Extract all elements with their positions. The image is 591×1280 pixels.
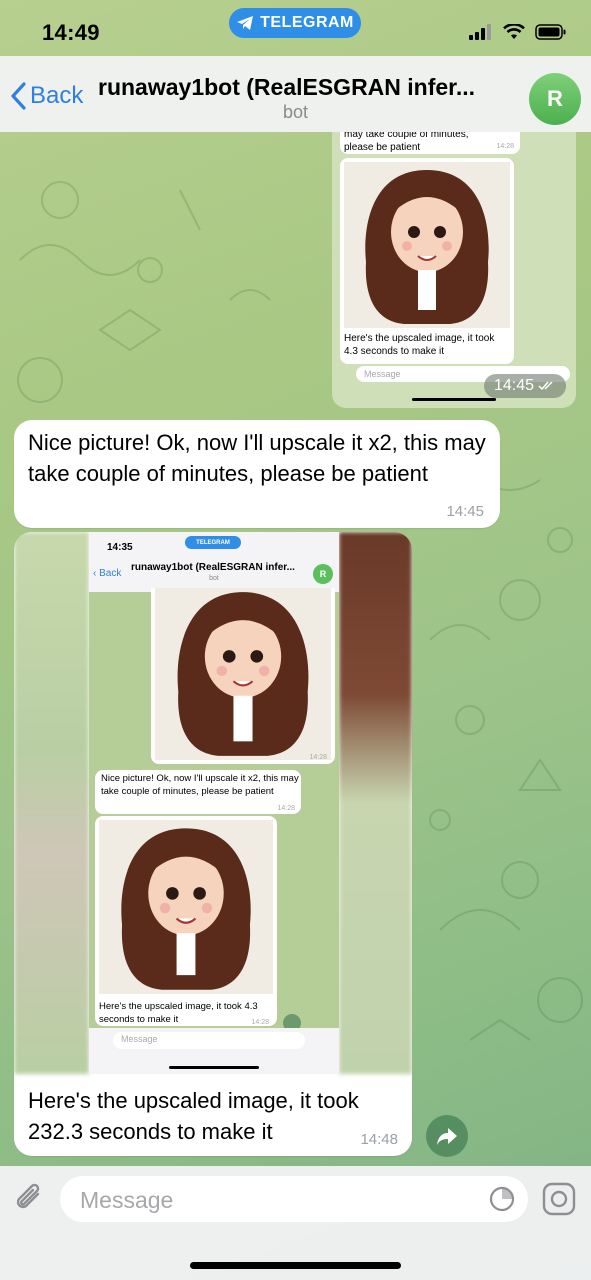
chat-subtitle: bot — [282, 102, 309, 122]
message-input-bar — [0, 1166, 591, 1280]
telegram-plane-icon — [237, 16, 254, 30]
return-to-app-pill[interactable]: TELEGRAM — [229, 8, 361, 38]
nested-title: runaway1bot (RealESGRAN infer... — [131, 562, 295, 573]
nested-home-indicator — [169, 1066, 259, 1069]
nested-pill: TELEGRAM — [185, 536, 241, 549]
nested-text: Nice picture! Ok, now I'll upscale it x2… — [101, 773, 299, 797]
nested-portrait-illustration — [177, 592, 309, 756]
nested-upscaled-portrait — [99, 820, 273, 994]
cellular-signal-icon — [469, 24, 491, 40]
nested-avatar: R — [313, 564, 333, 584]
bot-avatar[interactable]: R — [529, 73, 581, 125]
nested-header: 14:35 TELEGRAM ‹ Back runaway1bot (RealE… — [89, 532, 339, 592]
nested-upscaled-illustration — [121, 828, 251, 990]
upscaled-image-card: Here's the upscaled image, it took 4.3 s… — [340, 158, 514, 364]
message-text: Nice picture! Ok, now I'll upscale it x2… — [28, 430, 486, 486]
nested-time: 14:35 — [107, 542, 133, 553]
image-time-badge: 14:45 — [484, 374, 566, 398]
girl-portrait — [344, 162, 510, 328]
paperclip-icon[interactable] — [14, 1180, 46, 1216]
status-time: 14:49 — [42, 20, 100, 45]
forward-arrow-icon — [437, 1128, 457, 1145]
nested-text-bubble: Nice picture! Ok, now I'll upscale it x2… — [95, 770, 301, 814]
message-field — [60, 1176, 528, 1222]
nested-upscaled-bubble: Here's the upscaled image, it took 4.3 s… — [95, 816, 277, 1026]
message-text: Here's the upscaled image, it took 232.3… — [28, 1088, 359, 1144]
nested-input-field: Message — [113, 1032, 305, 1049]
message-time: 14:45 — [446, 503, 484, 520]
message-bubble[interactable]: Nice picture! Ok, now I'll upscale it x2… — [14, 420, 500, 528]
sticker-icon[interactable] — [488, 1185, 516, 1213]
nested-text-time: 14:28 — [277, 805, 295, 812]
nested-portrait — [155, 588, 331, 760]
top-caption: Here's the upscaled image, it took 4.3 s… — [344, 333, 495, 357]
blurred-right-fill — [339, 532, 412, 1074]
camera-icon[interactable] — [542, 1182, 576, 1216]
nested-screenshot: 14:35 TELEGRAM ‹ Back runaway1bot (RealE… — [89, 532, 339, 1074]
battery-icon — [535, 24, 566, 40]
screenshot-image-top[interactable]: may take couple of minutes, please be pa… — [332, 132, 576, 408]
nested-subtitle: bot — [209, 575, 219, 582]
nested-input-bar: Message — [89, 1028, 339, 1074]
chat-header: Back runaway1bot (RealESGRAN infer... bo… — [0, 56, 591, 132]
nested-image-time: 14:28 — [309, 754, 327, 761]
chat-title[interactable]: runaway1bot (RealESGRAN infer... — [98, 74, 498, 101]
nested-caption-time: 14:28 — [251, 1019, 269, 1026]
portrait-illustration — [365, 170, 489, 324]
mini-home-indicator — [412, 398, 496, 401]
nested-caption: Here's the upscaled image, it took 4.3 s… — [99, 1001, 258, 1025]
status-bar: 14:49 TELEGRAM — [0, 0, 591, 56]
share-button[interactable] — [426, 1115, 468, 1157]
prev-message-text: may take couple of minutes, please be pa… — [344, 132, 469, 153]
top-mini-placeholder: Message — [364, 369, 401, 379]
wifi-icon — [503, 24, 525, 39]
nested-image-bubble: 14:28 — [151, 588, 335, 764]
home-indicator — [190, 1262, 401, 1269]
badge-time: 14:45 — [493, 377, 535, 394]
screenshot-message-bubble[interactable]: 14:35 TELEGRAM ‹ Back runaway1bot (RealE… — [14, 532, 412, 1156]
message-time: 14:48 — [360, 1131, 398, 1148]
prev-message-time: 14:28 — [496, 143, 514, 150]
prev-message-fragment: may take couple of minutes, please be pa… — [340, 132, 520, 154]
pill-label: TELEGRAM — [260, 14, 354, 31]
nested-input-placeholder: Message — [121, 1034, 158, 1044]
double-check-icon — [538, 381, 553, 391]
blurred-left-fill — [14, 532, 89, 1074]
status-icons — [469, 24, 567, 40]
message-input[interactable] — [78, 1184, 472, 1216]
